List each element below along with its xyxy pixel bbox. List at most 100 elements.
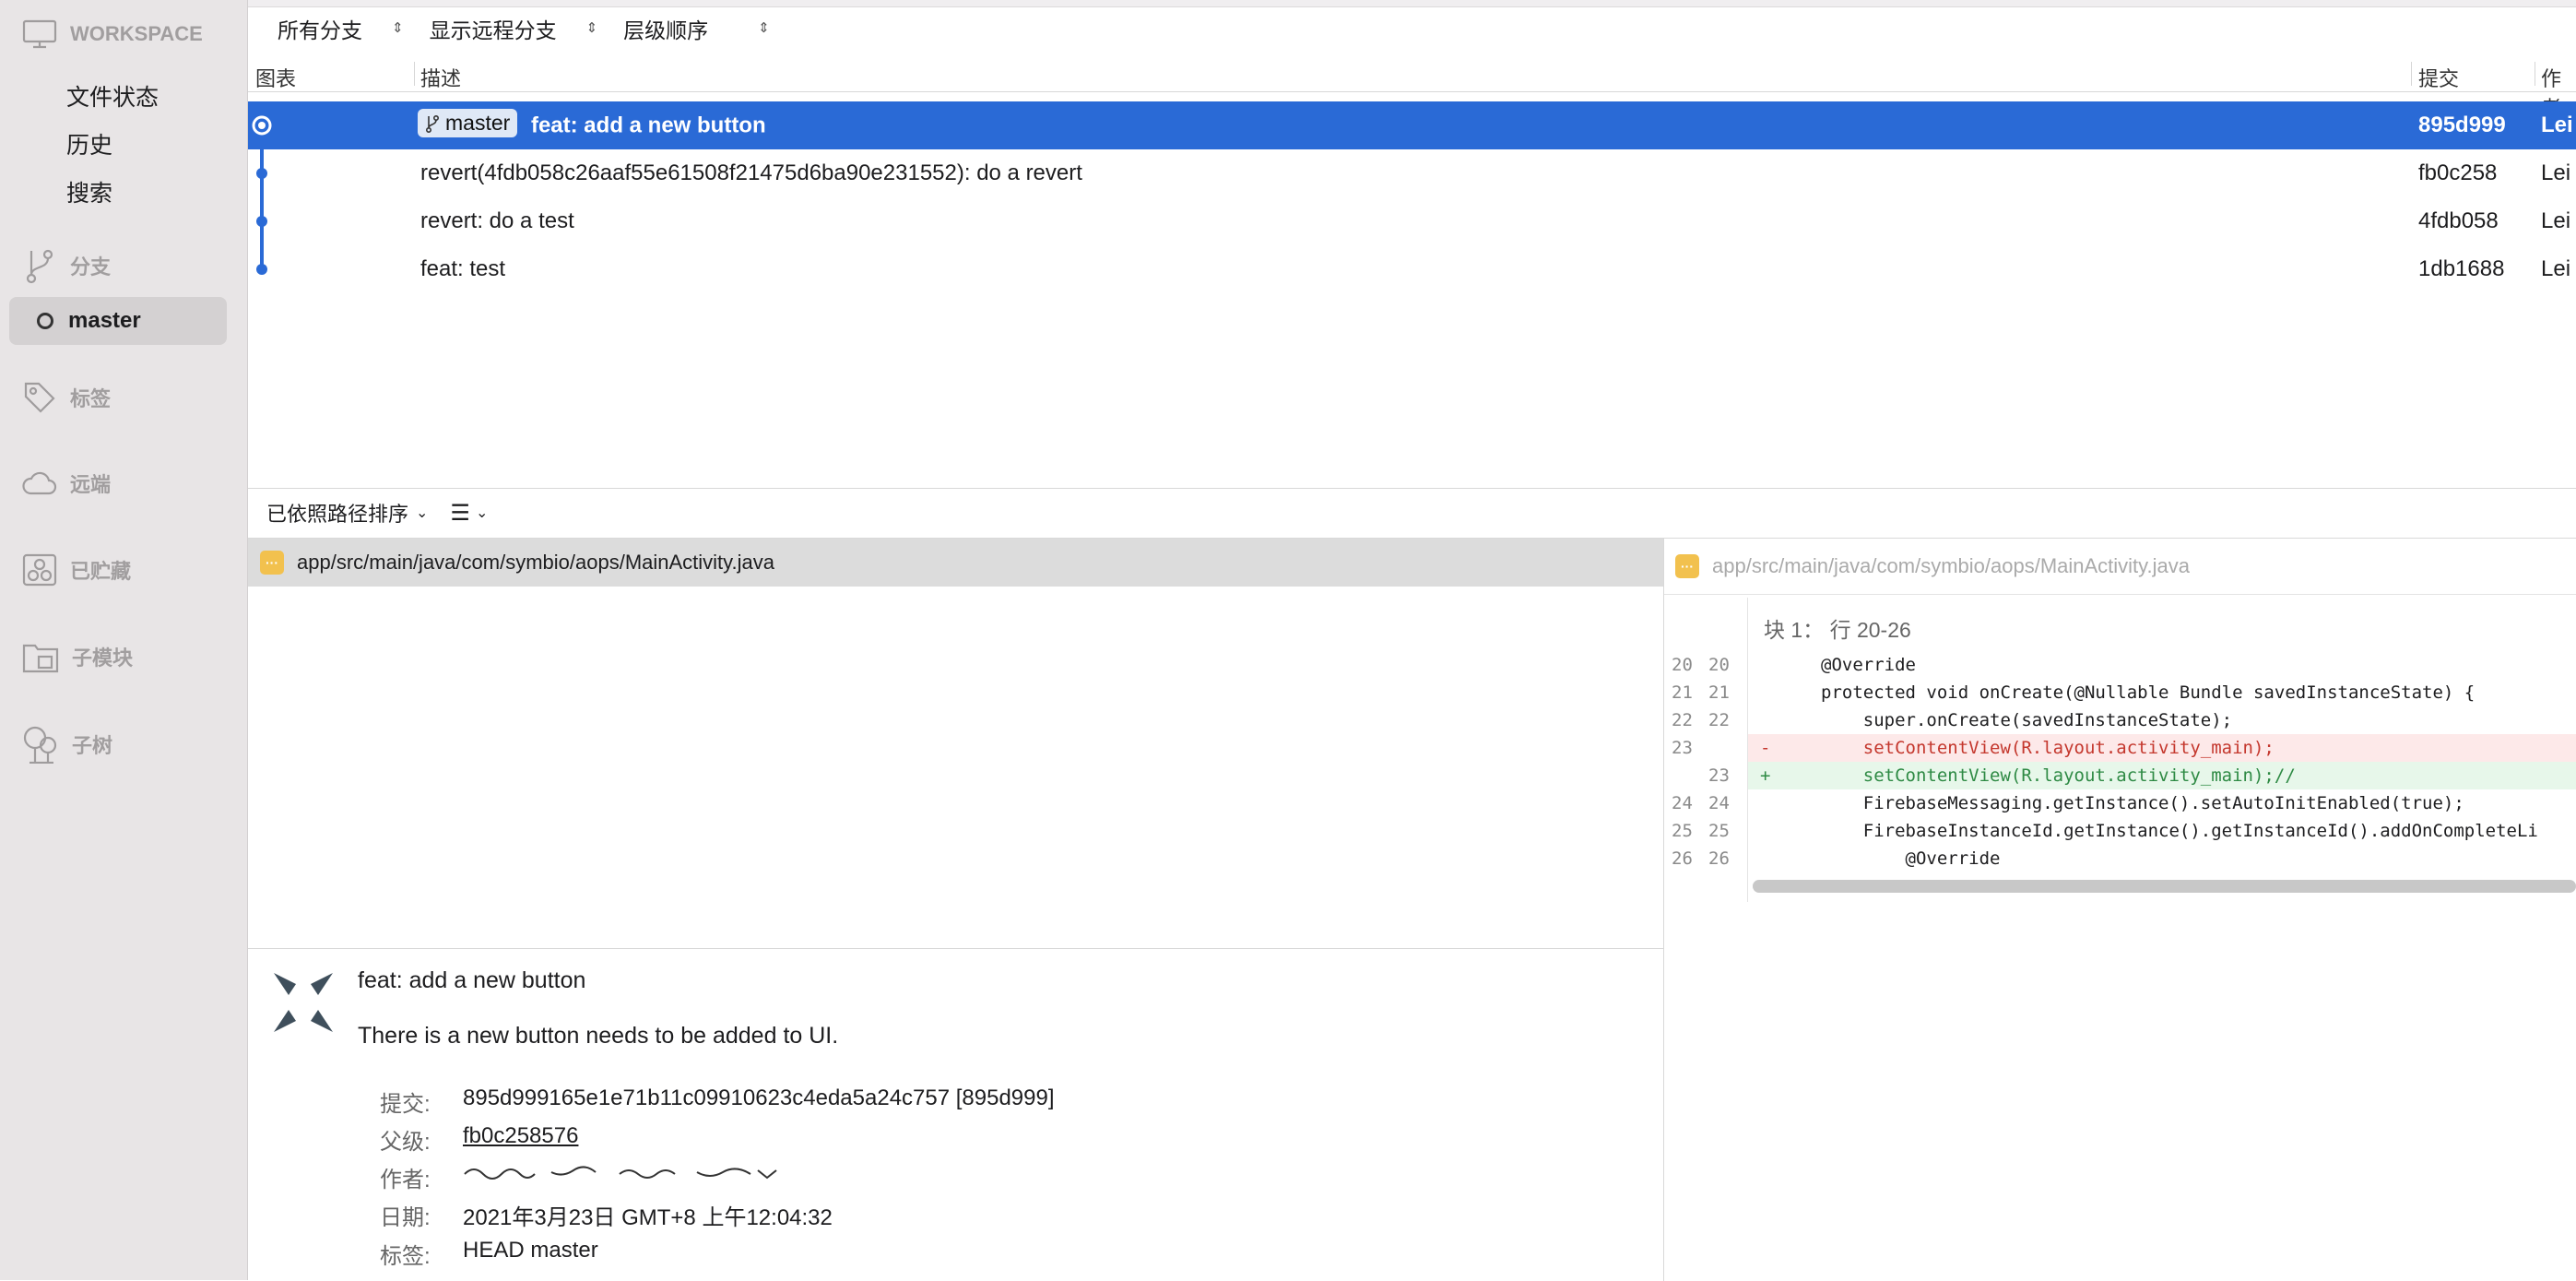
new-line-number: 20 (1708, 655, 1730, 675)
file-path: app/src/main/java/com/symbio/aops/MainAc… (297, 551, 775, 574)
chevron-down-icon: ⌄ (475, 505, 489, 521)
branches-label: 分支 (70, 255, 112, 279)
commit-author: Lei (2541, 256, 2571, 281)
old-line-number: 25 (1672, 821, 1693, 841)
sort-menu[interactable]: 已依照路径排序 ⌄ (266, 498, 428, 528)
diff-file-header: ··· app/src/main/java/com/symbio/aops/Ma… (1664, 539, 2576, 595)
commit-row[interactable]: revert(4fdb058c26aaf55e61508f21475d6ba90… (248, 149, 2576, 197)
subtrees-label: 子树 (72, 734, 113, 757)
diff-code: @Override (1821, 848, 2001, 869)
commit-column-header: 图表 描述 提交 作者 (248, 58, 2576, 120)
changed-files-pane: ··· app/src/main/java/com/symbio/aops/Ma… (248, 538, 1664, 949)
commit-description: feat: add a new button (530, 113, 766, 138)
diff-line: 26 26 @Override (1664, 845, 2576, 872)
detail-tags-label: 标签: (380, 1244, 431, 1269)
detail-date-label: 日期: (380, 1205, 431, 1230)
commit-hash: 1db1688 (2418, 256, 2505, 281)
old-line-number: 22 (1672, 710, 1693, 730)
diff-line: 20 20 @Override (1664, 651, 2576, 679)
parent-commit-link[interactable]: fb0c258576 (463, 1123, 578, 1156)
new-line-number: 26 (1708, 848, 1730, 869)
chevron-updown-icon: ⇕ (392, 20, 404, 36)
branch-icon (26, 249, 53, 284)
tags-label: 标签 (70, 387, 112, 410)
modified-file-icon: ··· (260, 551, 284, 575)
diff-line: 21 21 protected void onCreate(@Nullable Bu… (1664, 679, 2576, 706)
new-line-number: 22 (1708, 710, 1730, 730)
commit-row[interactable]: revert: do a test 4fdb058 Lei (248, 197, 2576, 245)
sidebar-item-search[interactable]: 搜索 (66, 175, 112, 208)
detail-author: 作者: (380, 1161, 795, 1193)
diff-code: super.onCreate(savedInstanceState); (1821, 710, 2233, 730)
remote-branch-select[interactable]: 显示远程分支 ⇕ (430, 13, 598, 44)
diff-line: 22 22 super.onCreate(savedInstanceState); (1664, 706, 2576, 734)
stashes-header[interactable]: 已贮藏 (22, 553, 131, 587)
old-line-number: 23 (1672, 738, 1693, 758)
detail-author-label: 作者: (380, 1168, 431, 1192)
detail-commit: 提交: 895d999165e1e71b11c09910623c4eda5a24… (380, 1085, 1055, 1118)
column-divider[interactable] (2411, 62, 2412, 86)
branches-header[interactable]: 分支 (22, 247, 111, 284)
commit-row[interactable]: master feat: add a new button 895d999 Le… (248, 101, 2576, 149)
tag-icon (24, 382, 55, 413)
avatar (274, 973, 333, 1032)
new-line-number: 21 (1708, 682, 1730, 703)
diff-marker: - (1760, 738, 1771, 758)
submodules-header[interactable]: 子模块 (22, 640, 133, 673)
detail-tags: 标签: HEAD master (380, 1238, 598, 1270)
view-mode-menu[interactable]: ☰ ⌄ (450, 500, 488, 527)
subtree-icon (23, 726, 57, 764)
file-list-toolbar: 已依照路径排序 ⌄ ☰ ⌄ (248, 489, 2576, 537)
sidebar-item-file-status[interactable]: 文件状态 (66, 79, 159, 113)
commit-description: revert(4fdb058c26aaf55e61508f21475d6ba90… (420, 160, 1082, 185)
sidebar-item-history[interactable]: 历史 (66, 127, 112, 160)
old-line-number: 26 (1672, 848, 1693, 869)
column-description[interactable]: 描述 (420, 63, 461, 92)
graph-node (256, 216, 267, 227)
order-select[interactable]: 层级顺序 ⇕ (623, 13, 770, 44)
modified-file-icon: ··· (1675, 554, 1699, 578)
column-graph[interactable]: 图表 (255, 63, 296, 92)
graph-node (256, 264, 267, 275)
column-divider[interactable] (414, 62, 415, 86)
list-icon: ☰ (450, 500, 470, 526)
subtrees-header[interactable]: 子树 (22, 725, 112, 764)
submodules-label: 子模块 (72, 646, 134, 670)
branch-badge[interactable]: master (418, 109, 518, 137)
sidebar-branch-master[interactable]: master (9, 297, 227, 345)
diff-code: @Override (1821, 655, 1916, 675)
commit-hash: fb0c258 (2418, 160, 2498, 185)
diff-line: 24 24 FirebaseMessaging.getInstance().set… (1664, 789, 2576, 817)
commit-row[interactable]: feat: test 1db1688 Lei (248, 245, 2576, 293)
stashes-label: 已贮藏 (70, 560, 132, 583)
graph-node (256, 168, 267, 179)
diff-pane: ··· app/src/main/java/com/symbio/aops/Ma… (1664, 538, 2576, 1281)
main-area: 所有分支 ⇕ 显示远程分支 ⇕ 层级顺序 ⇕ 图表 描述 提交 作者 maste… (248, 0, 2576, 1281)
commit-hash: 895d999 (2418, 113, 2506, 137)
branch-filter-select[interactable]: 所有分支 ⇕ (278, 13, 404, 44)
commit-detail-pane: feat: add a new button There is a new bu… (248, 948, 1664, 1281)
history-toolbar: 所有分支 ⇕ 显示远程分支 ⇕ 层级顺序 ⇕ (248, 7, 2576, 49)
file-row[interactable]: ··· app/src/main/java/com/symbio/aops/Ma… (248, 539, 1663, 587)
submodule-icon (22, 644, 59, 673)
diff-code: setContentView(R.layout.activity_main); (1821, 738, 2275, 758)
chevron-updown-icon: ⇕ (585, 20, 598, 36)
old-line-number: 20 (1672, 655, 1693, 675)
tags-header[interactable]: 标签 (22, 380, 111, 415)
commit-author: Lei (2541, 160, 2571, 185)
diff-code: setContentView(R.layout.activity_main);/… (1821, 765, 2296, 786)
branch-name: master (68, 308, 141, 333)
graph-node-head-center (258, 122, 266, 129)
remotes-label: 远端 (70, 473, 112, 496)
order-label: 层级顺序 (623, 18, 709, 42)
diff-code: protected void onCreate(@Nullable Bundle… (1821, 682, 2476, 703)
detail-commit-value: 895d999165e1e71b11c09910623c4eda5a24c757… (463, 1085, 1055, 1110)
column-commit[interactable]: 提交 (2418, 63, 2459, 92)
new-line-number: 24 (1708, 793, 1730, 813)
remote-branch-label: 显示远程分支 (429, 18, 557, 42)
remotes-header[interactable]: 远端 (22, 469, 111, 498)
detail-date-value: 2021年3月23日 GMT+8 上午12:04:32 (463, 1205, 833, 1230)
detail-date: 日期: 2021年3月23日 GMT+8 上午12:04:32 (380, 1199, 833, 1231)
workspace-header: WORKSPACE (22, 18, 203, 50)
horizontal-scrollbar[interactable] (1753, 880, 2576, 893)
